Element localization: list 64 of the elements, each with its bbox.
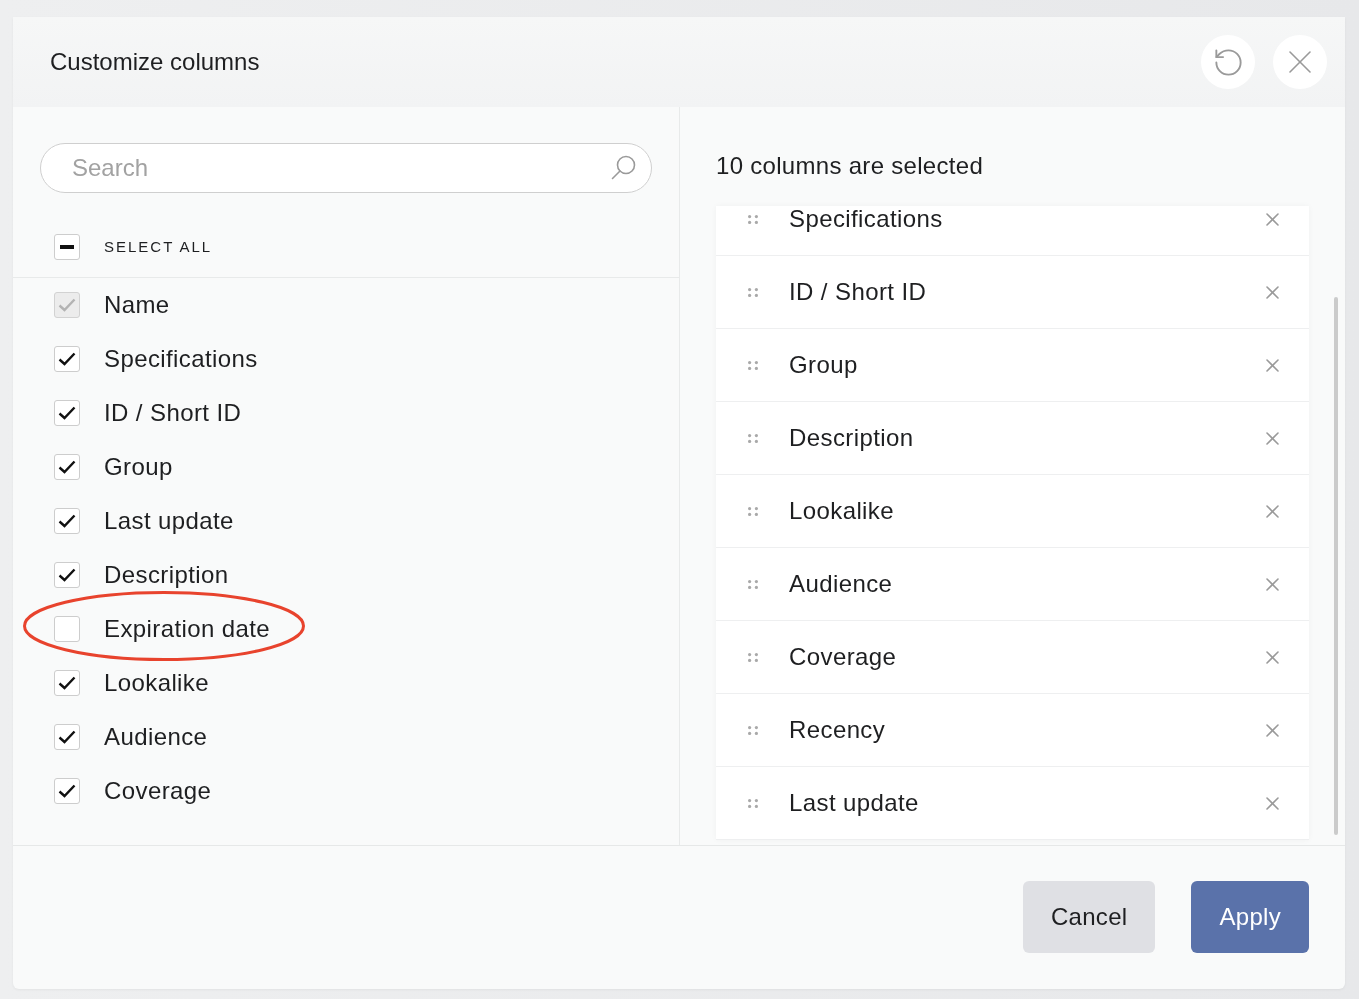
drag-handle-icon[interactable] (748, 725, 758, 735)
column-name: Audience (789, 570, 894, 598)
checkbox[interactable] (54, 508, 80, 534)
selected-count: 10 columns are selected (716, 153, 985, 179)
remove-icon[interactable] (1266, 650, 1279, 664)
column-name: Specifications (789, 206, 944, 233)
column-name: Recency (789, 716, 887, 744)
remove-icon[interactable] (1266, 723, 1279, 737)
remove-icon[interactable] (1266, 212, 1279, 226)
check-icon (58, 460, 76, 474)
checkbox[interactable] (54, 346, 80, 372)
check-icon (58, 514, 76, 528)
remove-icon[interactable] (1266, 504, 1279, 518)
column-name: Coverage (789, 643, 898, 671)
checkbox-label[interactable]: Last update (104, 507, 234, 535)
checkbox[interactable] (54, 616, 80, 642)
drag-handle-icon[interactable] (748, 433, 758, 443)
check-icon (58, 406, 76, 420)
checkbox-label[interactable]: Specifications (104, 345, 258, 373)
select-all-label[interactable]: SELECT ALL (104, 237, 213, 256)
column-name: Group (789, 351, 859, 379)
checkbox[interactable] (54, 562, 80, 588)
checkbox[interactable] (54, 724, 80, 750)
remove-icon[interactable] (1266, 577, 1279, 591)
checkbox[interactable] (54, 670, 80, 696)
drag-handle-icon[interactable] (748, 579, 758, 589)
drag-handle-icon[interactable] (748, 652, 758, 662)
close-icon (1289, 51, 1311, 73)
drag-handle-icon[interactable] (748, 360, 758, 370)
column-name: Lookalike (789, 497, 895, 525)
checkbox-label[interactable]: Lookalike (104, 669, 209, 697)
check-icon (58, 298, 76, 312)
checkbox-label[interactable]: ID / Short ID (104, 399, 242, 427)
column-name: ID / Short ID (789, 278, 928, 306)
check-icon (58, 352, 76, 366)
checkbox-label[interactable]: Description (104, 561, 229, 589)
drag-handle-icon[interactable] (748, 506, 758, 516)
check-icon (58, 568, 76, 582)
checkbox[interactable] (54, 778, 80, 804)
drag-handle-icon[interactable] (748, 287, 758, 297)
checkbox[interactable] (54, 233, 80, 260)
search-field[interactable]: Search (40, 143, 652, 193)
column-name: Description (789, 424, 915, 452)
search-icon[interactable] (611, 155, 636, 180)
check-icon (58, 676, 76, 690)
remove-icon[interactable] (1266, 796, 1279, 810)
scrollbar[interactable] (1334, 297, 1338, 835)
remove-icon[interactable] (1266, 285, 1279, 299)
check-icon (58, 784, 76, 798)
remove-icon[interactable] (1266, 358, 1279, 372)
dialog-title: Customize columns (50, 48, 261, 76)
drag-handle-icon[interactable] (748, 798, 758, 808)
reset-icon (1214, 48, 1242, 76)
check-icon (58, 730, 76, 744)
checkbox-label[interactable]: Audience (104, 723, 208, 751)
column-name: Last update (789, 789, 920, 817)
checkbox-label[interactable]: Group (104, 453, 173, 481)
cancel-button[interactable]: Cancel (1022, 881, 1156, 953)
remove-icon[interactable] (1266, 431, 1279, 445)
checkbox-label[interactable]: Coverage (104, 777, 212, 805)
checkbox[interactable] (54, 400, 80, 426)
checkbox[interactable] (54, 454, 80, 480)
apply-button[interactable]: Apply (1191, 881, 1309, 953)
drag-handle-icon[interactable] (748, 214, 758, 224)
